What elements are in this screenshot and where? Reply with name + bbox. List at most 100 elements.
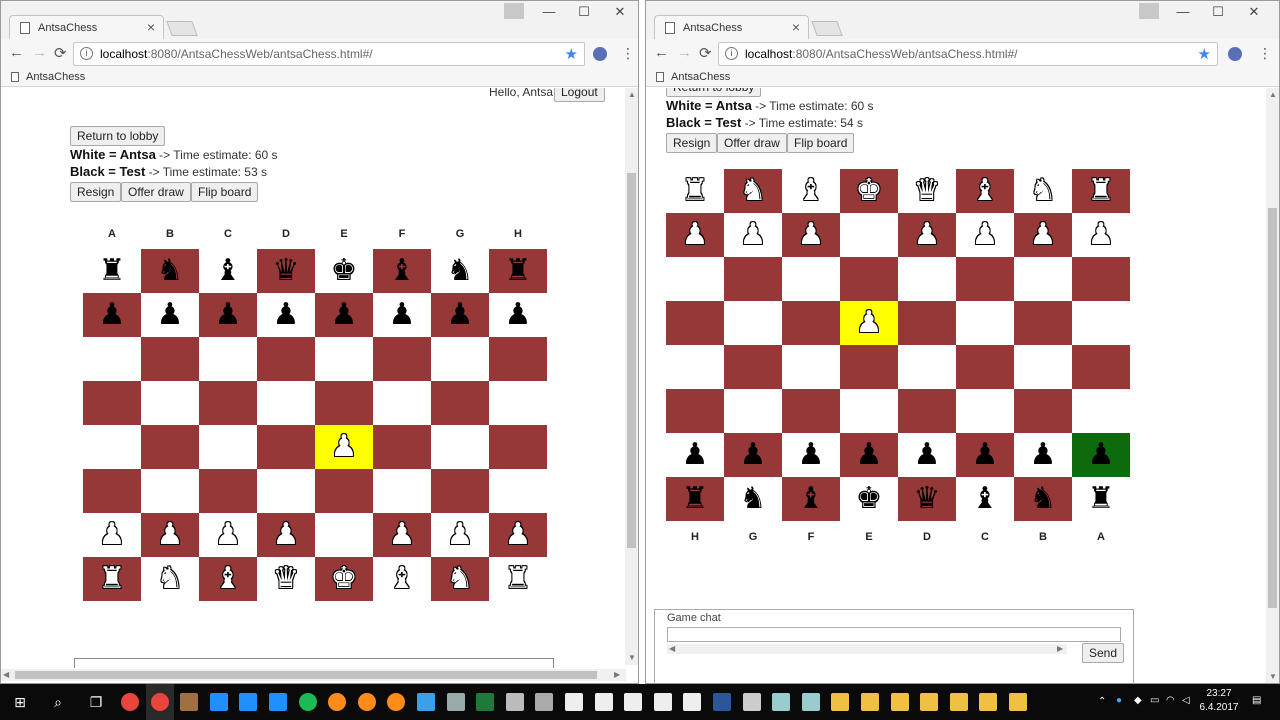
white-queen-icon[interactable]: ♛ — [273, 561, 300, 596]
image-icon[interactable] — [624, 693, 643, 711]
board-square[interactable] — [431, 469, 489, 513]
black-pawn-icon[interactable]: ♟ — [740, 437, 767, 472]
clock-time[interactable]: 23:27 — [1197, 688, 1241, 699]
board-square[interactable]: ♟ — [315, 293, 373, 337]
menu-icon[interactable]: ⋮ — [1258, 45, 1272, 62]
extension-icon[interactable] — [593, 47, 607, 61]
resign-button[interactable]: Resign — [666, 133, 718, 153]
black-pawn-icon[interactable]: ♟ — [389, 297, 416, 332]
black-knight-icon[interactable]: ♞ — [740, 481, 767, 516]
white-knight-icon[interactable]: ♞ — [157, 561, 184, 596]
board-square[interactable]: ♟ — [199, 293, 257, 337]
scroll-right-icon[interactable]: ▶ — [1057, 644, 1063, 653]
board-square[interactable]: ♚ — [315, 249, 373, 293]
black-knight-icon[interactable]: ♞ — [447, 253, 474, 288]
board-square[interactable] — [840, 213, 898, 257]
board-square[interactable]: ♛ — [257, 249, 315, 293]
board-square[interactable] — [666, 257, 724, 301]
board-square[interactable] — [782, 301, 840, 345]
folder-icon[interactable] — [979, 693, 998, 711]
app-icon[interactable] — [505, 693, 524, 711]
chess-board[interactable]: ♜ ♞ ♝ ♛ ♚ ♝ ♞ ♜ ♟ ♟ ♟ ♟ ♟ ♟ ♟ ♟ ♟ ♟ ♟ ♟ ♟ ♟ ♟ ♟ ♜ ♞ ♝ ♛ ♚ ♝ ♞ ♜ — [83, 249, 547, 601]
search-icon[interactable]: ⌕ — [48, 692, 68, 712]
horizontal-scrollbar[interactable]: ◀ ▶ — [1, 669, 626, 681]
board-square[interactable]: ♟ — [782, 433, 840, 477]
white-pawn-icon[interactable]: ♟ — [740, 217, 767, 252]
board-square[interactable]: ♟ — [199, 513, 257, 557]
extension-icon[interactable] — [1228, 47, 1242, 61]
board-square[interactable]: ♞ — [141, 249, 199, 293]
board-square[interactable]: ♟ — [141, 513, 199, 557]
board-square[interactable] — [956, 345, 1014, 389]
scroll-down-icon[interactable]: ▼ — [628, 653, 636, 662]
edge-icon[interactable] — [239, 693, 258, 711]
board-square[interactable]: ♞ — [724, 477, 782, 521]
back-icon[interactable]: ← — [9, 44, 24, 61]
close-window-button[interactable]: ✕ — [610, 4, 630, 20]
board-square[interactable] — [724, 257, 782, 301]
forward-icon[interactable]: → — [32, 44, 47, 61]
chrome-icon[interactable] — [150, 693, 169, 711]
board-square[interactable] — [666, 301, 724, 345]
board-square[interactable] — [83, 469, 141, 513]
board-square[interactable]: ♞ — [1014, 477, 1072, 521]
board-square[interactable] — [898, 301, 956, 345]
board-square[interactable] — [1072, 257, 1130, 301]
address-bar[interactable]: i localhost:8080/AntsaChessWeb/antsaChes… — [718, 42, 1218, 66]
white-pawn-icon[interactable]: ♟ — [798, 217, 825, 252]
black-pawn-icon[interactable]: ♟ — [798, 437, 825, 472]
board-square[interactable]: ♝ — [199, 249, 257, 293]
board-square[interactable]: ♝ — [199, 557, 257, 601]
archive-icon[interactable] — [742, 693, 761, 711]
firefox-icon[interactable] — [357, 693, 376, 711]
folder-icon[interactable] — [831, 693, 850, 711]
black-pawn-icon[interactable]: ♟ — [447, 297, 474, 332]
white-pawn-icon[interactable]: ♟ — [389, 517, 416, 552]
board-square[interactable]: ♞ — [431, 249, 489, 293]
board-square[interactable] — [373, 337, 431, 381]
scroll-up-icon[interactable]: ▲ — [628, 90, 636, 99]
board-square[interactable] — [83, 337, 141, 381]
board-square[interactable]: ♟ — [840, 301, 898, 345]
board-square[interactable] — [724, 345, 782, 389]
white-pawn-icon[interactable]: ♟ — [505, 517, 532, 552]
white-pawn-icon[interactable]: ♟ — [215, 517, 242, 552]
folder-icon[interactable] — [861, 693, 879, 711]
board-square[interactable] — [724, 389, 782, 433]
white-rook-icon[interactable]: ♜ — [682, 173, 709, 208]
board-square[interactable] — [1072, 389, 1130, 433]
app-icon[interactable] — [801, 693, 820, 711]
reload-icon[interactable]: ⟳ — [54, 44, 67, 62]
board-square[interactable]: ♜ — [489, 557, 547, 601]
game-icon[interactable] — [180, 693, 199, 711]
board-square[interactable] — [1072, 301, 1130, 345]
board-square[interactable] — [315, 469, 373, 513]
close-window-button[interactable]: ✕ — [1244, 4, 1264, 20]
white-knight-icon[interactable]: ♞ — [740, 173, 767, 208]
board-square[interactable] — [840, 389, 898, 433]
black-rook-icon[interactable]: ♜ — [1088, 481, 1115, 516]
maximize-button[interactable]: ☐ — [574, 4, 594, 20]
board-square[interactable]: ♟ — [489, 293, 547, 337]
app-icon[interactable] — [535, 693, 554, 711]
black-pawn-icon[interactable]: ♟ — [331, 297, 358, 332]
reload-icon[interactable]: ⟳ — [699, 44, 712, 62]
board-square[interactable] — [257, 381, 315, 425]
spotify-icon[interactable] — [298, 693, 317, 711]
black-rook-icon[interactable]: ♜ — [99, 253, 126, 288]
board-square[interactable] — [1014, 389, 1072, 433]
board-square[interactable]: ♟ — [431, 513, 489, 557]
board-square[interactable] — [315, 381, 373, 425]
forward-icon[interactable]: → — [677, 44, 692, 61]
board-square[interactable] — [83, 381, 141, 425]
board-square[interactable]: ♟ — [141, 293, 199, 337]
white-pawn-icon[interactable]: ♟ — [914, 217, 941, 252]
board-square[interactable] — [666, 389, 724, 433]
info-icon[interactable]: i — [80, 47, 93, 60]
resign-button[interactable]: Resign — [70, 182, 122, 202]
board-square[interactable] — [898, 345, 956, 389]
edge-icon[interactable] — [209, 693, 228, 711]
black-pawn-icon[interactable]: ♟ — [1088, 437, 1115, 472]
board-square[interactable] — [141, 425, 199, 469]
white-rook-icon[interactable]: ♜ — [1088, 173, 1115, 208]
